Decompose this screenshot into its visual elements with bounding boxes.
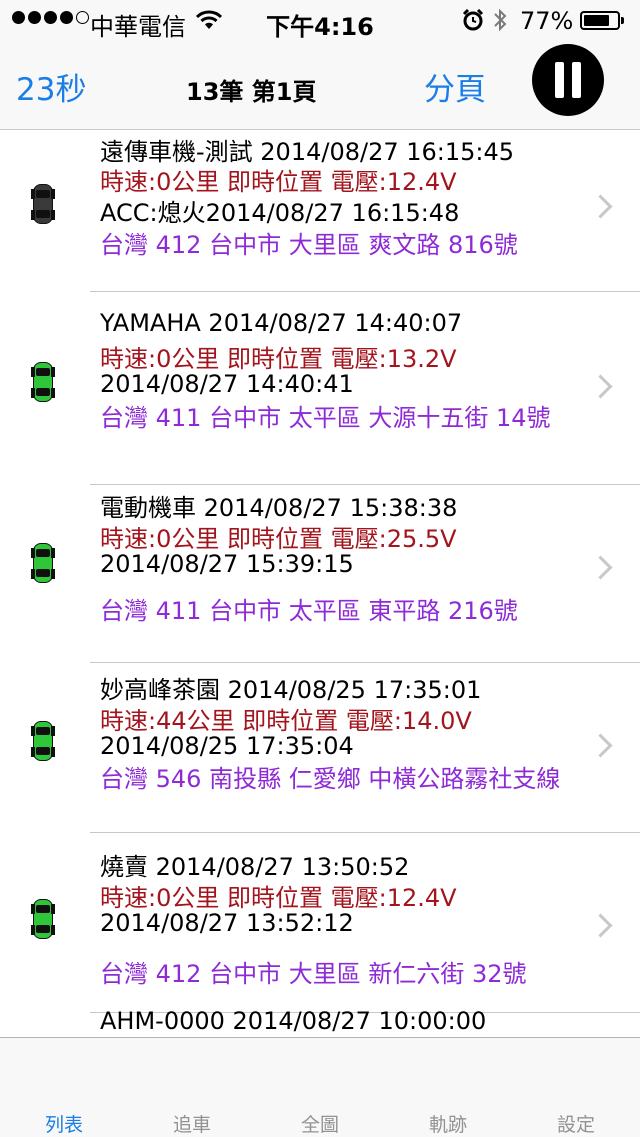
bluetooth-icon — [492, 8, 508, 36]
list-item[interactable]: YAMAHA 2014/08/27 14:40:07 時速:0公里 即時位置 電… — [0, 292, 640, 485]
pause-icon — [555, 62, 564, 98]
list-item[interactable]: 燒賣 2014/08/27 13:50:52 時速:0公里 即時位置 電壓:12… — [0, 833, 640, 1013]
chevron-right-icon — [588, 194, 613, 219]
speed-line: 時速:0公里 即時位置 電壓:13.2V — [100, 345, 457, 373]
vehicle-name-line: YAMAHA 2014/08/27 14:40:07 — [100, 309, 463, 337]
chevron-right-icon — [588, 733, 613, 758]
battery-icon — [580, 11, 620, 30]
tab-full-map[interactable]: 全圖 — [256, 1110, 384, 1137]
car-icon — [31, 184, 55, 224]
list-item[interactable]: 妙高峰茶園 2014/08/25 17:35:01 時速:44公里 即時位置 電… — [0, 663, 640, 833]
tab-trajectory[interactable]: 軌跡 — [384, 1110, 512, 1137]
speed-line: 時速:44公里 即時位置 電壓:14.0V — [100, 707, 472, 735]
status-bar: 中華電信 下午4:16 77% — [0, 0, 640, 41]
chevron-right-icon — [588, 374, 613, 399]
address-line: 台灣 411 台中市 太平區 東平路 216號 — [100, 597, 518, 625]
battery-tip — [621, 17, 624, 24]
time-line: 2014/08/25 17:35:04 — [100, 732, 354, 760]
car-icon — [31, 899, 55, 939]
list-item[interactable]: 遠傳車機-測試 2014/08/27 16:15:45 時速:0公里 即時位置 … — [0, 130, 640, 292]
speed-line: 時速:0公里 即時位置 電壓:12.4V — [100, 884, 457, 912]
tab-track[interactable]: 追車 — [128, 1110, 256, 1137]
vehicle-name-line: 電動機車 2014/08/27 15:38:38 — [100, 494, 458, 522]
pause-button[interactable] — [532, 44, 604, 116]
nav-bar: 23秒 13筆 第1頁 分頁 — [0, 40, 640, 130]
list-item[interactable]: AHM-0000 2014/08/27 10:00:00 — [0, 1007, 640, 1036]
time-line: 2014/08/27 13:52:12 — [100, 909, 354, 937]
list-item[interactable]: 電動機車 2014/08/27 15:38:38 時速:0公里 即時位置 電壓:… — [0, 485, 640, 663]
tab-bar: 列表 追車 全圖 軌跡 設定 — [0, 1037, 640, 1137]
page-button[interactable]: 分頁 — [424, 64, 486, 109]
address-line: 台灣 412 台中市 大里區 新仁六街 32號 — [100, 960, 527, 988]
vehicle-name-line: 燒賣 2014/08/27 13:50:52 — [100, 853, 410, 881]
speed-line: 時速:0公里 即時位置 電壓:25.5V — [100, 525, 457, 553]
vehicle-name-line: AHM-0000 2014/08/27 10:00:00 — [100, 1007, 487, 1035]
vehicle-name-line: 妙高峰茶園 2014/08/25 17:35:01 — [100, 676, 482, 704]
address-line: 台灣 411 台中市 太平區 大源十五街 14號 — [100, 404, 551, 432]
battery-percent: 77% — [520, 7, 574, 35]
car-icon — [31, 362, 55, 402]
tab-list[interactable]: 列表 — [0, 1110, 128, 1137]
address-line: 台灣 546 南投縣 仁愛鄉 中橫公路霧社支線 — [100, 765, 561, 793]
alarm-icon — [462, 8, 484, 35]
page-title: 13筆 第1頁 — [186, 78, 317, 106]
refresh-countdown-button[interactable]: 23秒 — [16, 64, 86, 109]
chevron-right-icon — [588, 913, 613, 938]
time-line: 2014/08/27 15:39:15 — [100, 550, 354, 578]
time-line: ACC:熄火2014/08/27 16:15:48 — [100, 199, 460, 227]
car-icon — [31, 721, 55, 761]
chevron-right-icon — [588, 555, 613, 580]
tab-settings[interactable]: 設定 — [512, 1110, 640, 1137]
car-icon — [31, 543, 55, 583]
vehicle-list[interactable]: 遠傳車機-測試 2014/08/27 16:15:45 時速:0公里 即時位置 … — [0, 130, 640, 1036]
time-line: 2014/08/27 14:40:41 — [100, 370, 354, 398]
speed-line: 時速:0公里 即時位置 電壓:12.4V — [100, 168, 457, 196]
address-line: 台灣 412 台中市 大里區 爽文路 816號 — [100, 231, 518, 259]
